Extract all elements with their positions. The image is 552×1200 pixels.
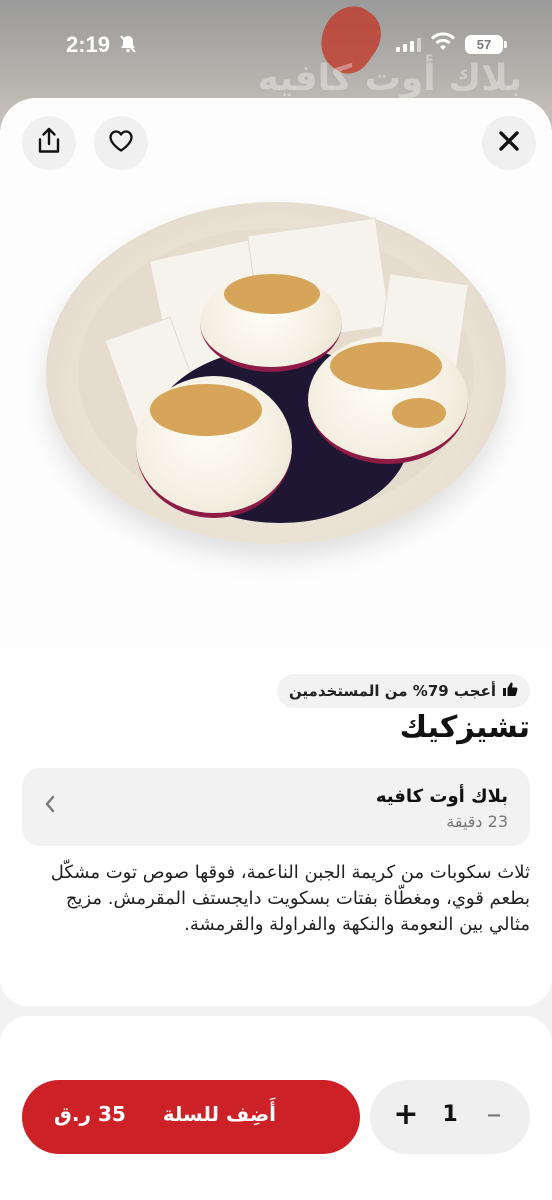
crumb-topping [392, 398, 446, 428]
close-icon [496, 128, 522, 158]
share-icon [36, 127, 62, 159]
share-button[interactable] [22, 116, 76, 170]
battery-indicator: 57 [465, 35, 507, 54]
cart-bar: أَضِف للسلة 35 ر.ق + 1 – [0, 1080, 552, 1156]
status-time: 2:19 [66, 32, 111, 57]
crumb-topping [330, 342, 442, 390]
product-sheet: أعجب 79% من المستخدمين تشيزكيك بلاك أوت … [0, 98, 552, 1200]
status-bar: 2:19 57 [0, 0, 552, 90]
chevron-left-icon [44, 794, 56, 819]
wifi-icon [430, 32, 456, 54]
product-details: أعجب 79% من المستخدمين تشيزكيك بلاك أوت … [0, 650, 552, 1006]
add-to-cart-label: أَضِف للسلة [162, 1102, 276, 1126]
silent-bell-icon [118, 34, 138, 59]
vendor-name: بلاك أوت كافيه [375, 786, 508, 807]
product-title: تشيزكيك [399, 710, 530, 745]
close-button[interactable] [482, 116, 536, 170]
vendor-card[interactable]: بلاك أوت كافيه 23 دقيقة [22, 768, 530, 846]
decrease-quantity-button[interactable]: – [476, 1098, 512, 1134]
delivery-time: 23 دقيقة [446, 812, 508, 831]
increase-quantity-button[interactable]: + [388, 1098, 424, 1134]
crumb-topping [150, 384, 262, 436]
favorite-button[interactable] [94, 116, 148, 170]
product-image [0, 98, 552, 650]
cellular-signal-icon [396, 36, 422, 52]
price-label: 35 ر.ق [54, 1102, 126, 1126]
quantity-value: 1 [442, 1102, 458, 1127]
likes-text: أعجب 79% من المستخدمين [288, 682, 496, 700]
thumbs-up-icon [502, 681, 518, 701]
add-to-cart-button[interactable]: أَضِف للسلة 35 ر.ق [22, 1080, 360, 1154]
quantity-stepper: + 1 – [370, 1080, 530, 1154]
likes-badge: أعجب 79% من المستخدمين [276, 674, 530, 708]
crumb-topping [224, 274, 320, 314]
heart-icon [108, 129, 134, 157]
product-description: ثلاث سكوبات من كريمة الجبن الناعمة، فوقه… [50, 862, 530, 935]
